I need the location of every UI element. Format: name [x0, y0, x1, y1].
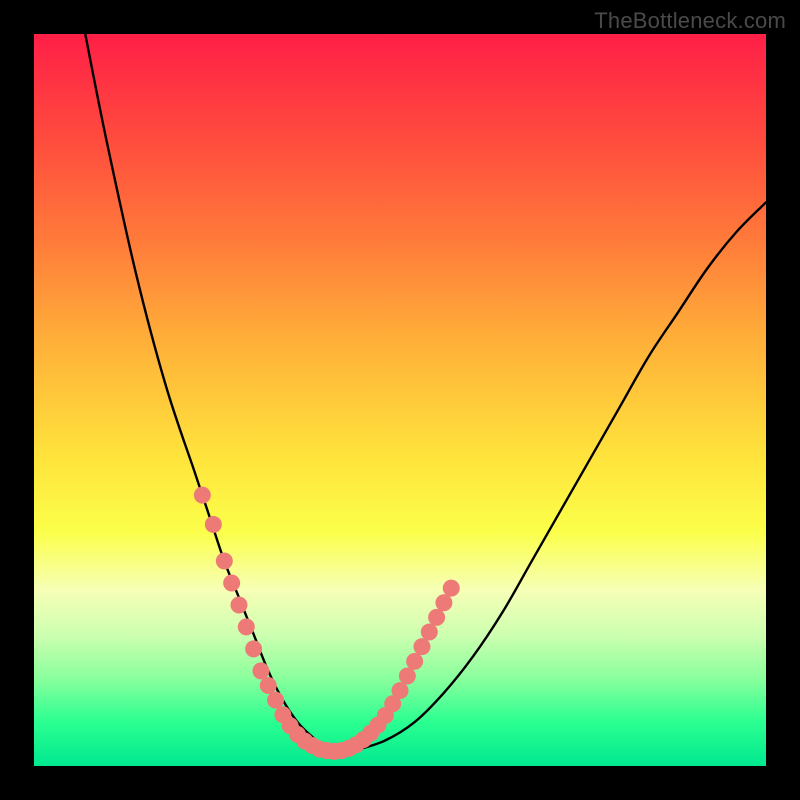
- marker-point: [421, 624, 438, 641]
- marker-point: [260, 677, 277, 694]
- marker-point: [194, 487, 211, 504]
- marker-point: [205, 516, 222, 533]
- marker-point: [443, 580, 460, 597]
- marker-point: [392, 682, 409, 699]
- chart-area: [34, 34, 766, 766]
- marker-point: [230, 596, 247, 613]
- marker-point: [238, 618, 255, 635]
- marker-point: [223, 575, 240, 592]
- watermark-text: TheBottleneck.com: [594, 8, 786, 34]
- marker-point: [406, 653, 423, 670]
- marker-point: [413, 638, 430, 655]
- marker-point: [216, 553, 233, 570]
- marker-point: [252, 662, 269, 679]
- chart-svg: [34, 34, 766, 766]
- marker-point: [399, 667, 416, 684]
- marker-point: [428, 609, 445, 626]
- marker-point: [245, 640, 262, 657]
- marker-point: [435, 594, 452, 611]
- marker-point: [267, 692, 284, 709]
